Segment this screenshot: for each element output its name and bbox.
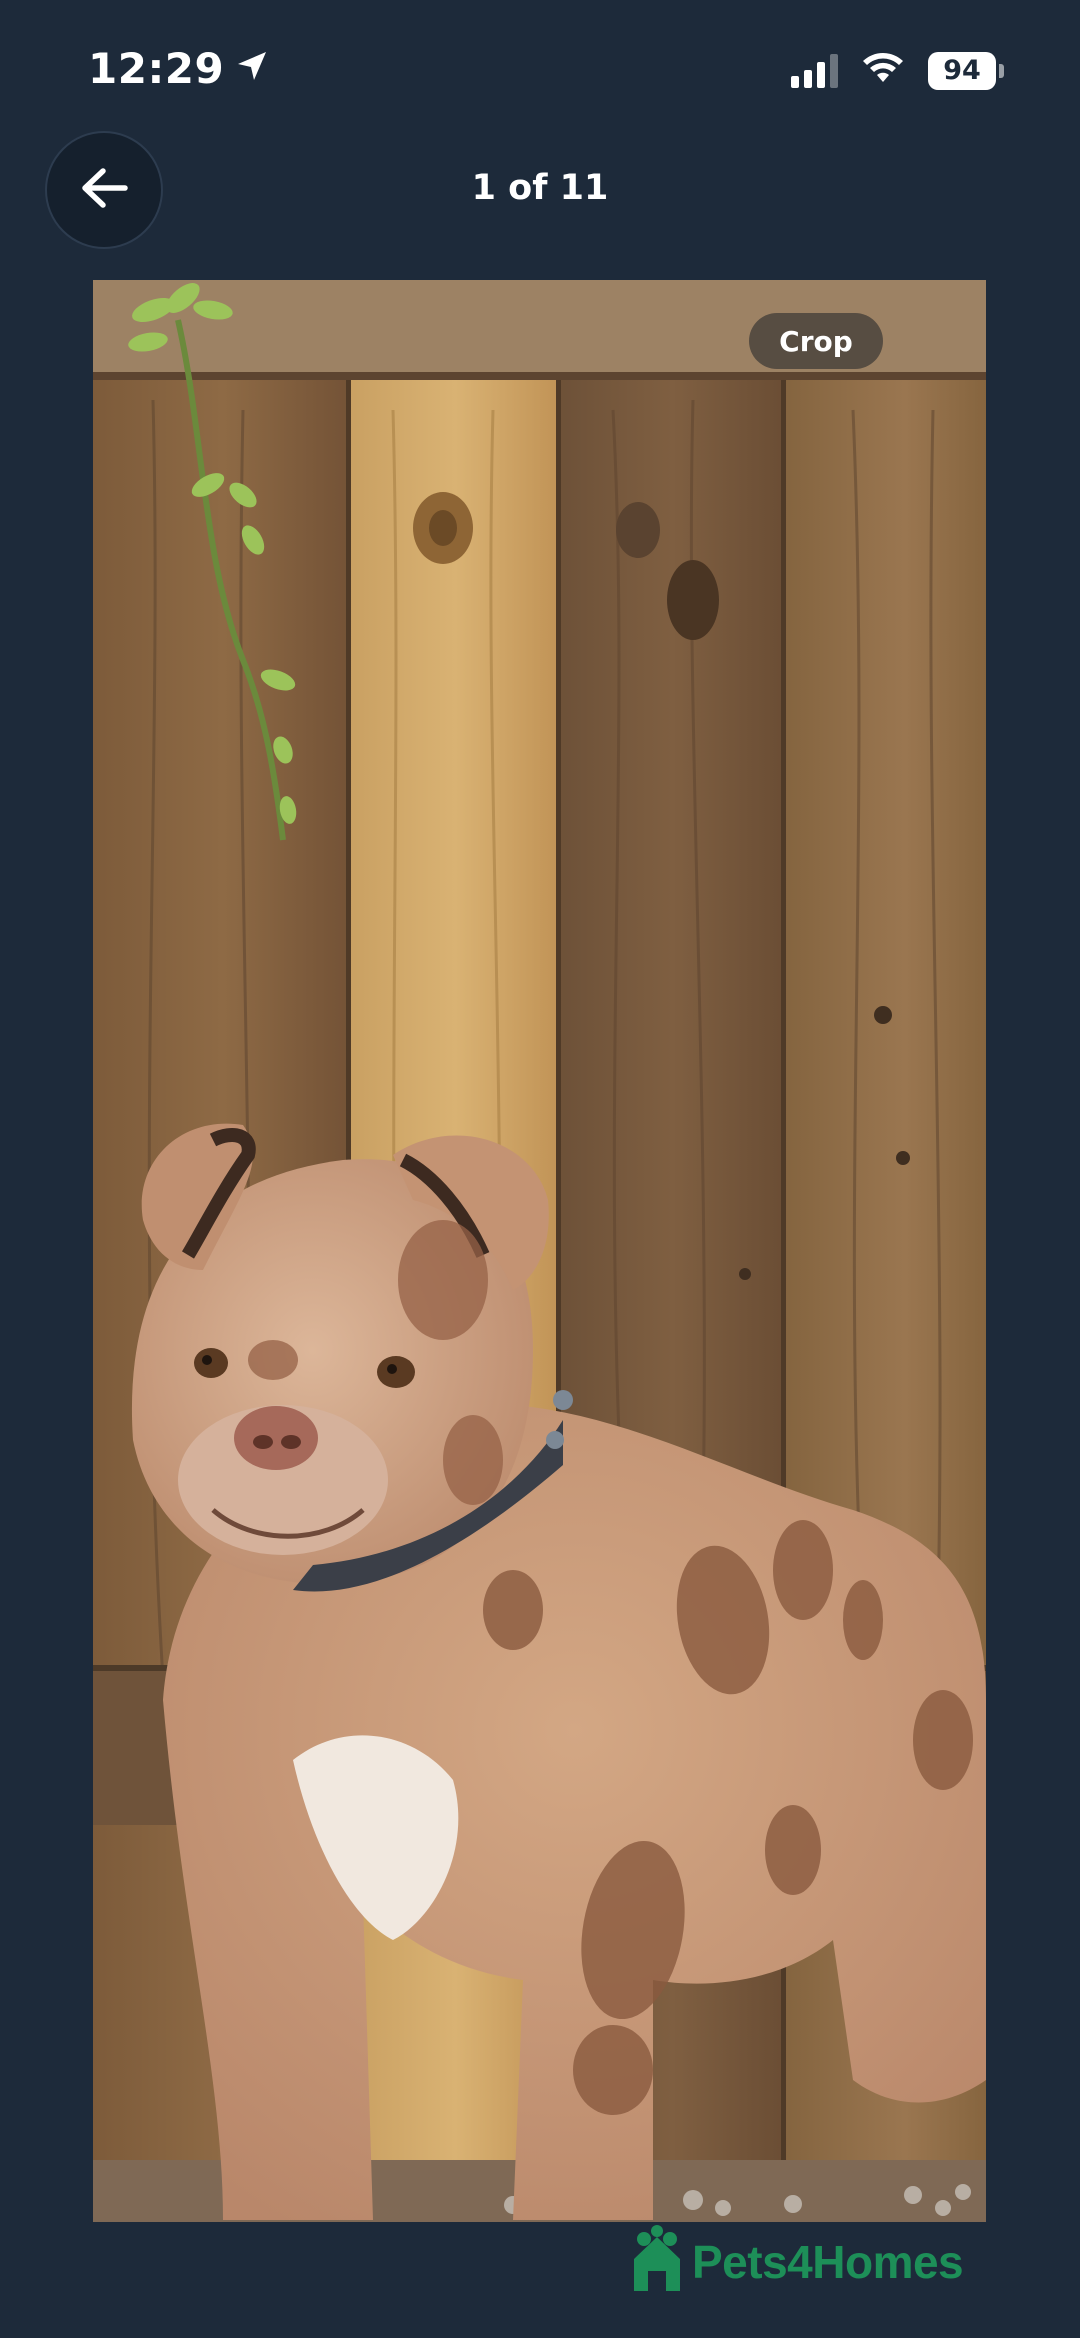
cellular-signal-icon <box>791 53 838 88</box>
battery-level: 94 <box>928 51 996 90</box>
status-time: 12:29 <box>88 44 225 93</box>
pets4homes-brand-text: Pets4Homes <box>692 2236 964 2288</box>
dog-photo-illustration <box>93 280 986 2222</box>
status-indicators: 94 <box>791 50 1004 91</box>
pets4homes-watermark: Pets4Homes <box>628 2224 964 2300</box>
status-time-group: 12:29 <box>88 44 270 93</box>
crop-button[interactable]: Crop <box>749 313 883 369</box>
listing-photo[interactable] <box>93 280 986 2222</box>
wifi-icon <box>860 50 906 91</box>
page-counter: 1 of 11 <box>471 168 609 208</box>
location-arrow-icon <box>234 48 270 89</box>
battery-cap <box>999 63 1004 78</box>
battery-icon: 94 <box>928 51 1004 90</box>
status-bar: 12:29 94 <box>0 0 1080 140</box>
pets4homes-logo-icon <box>628 2224 686 2300</box>
